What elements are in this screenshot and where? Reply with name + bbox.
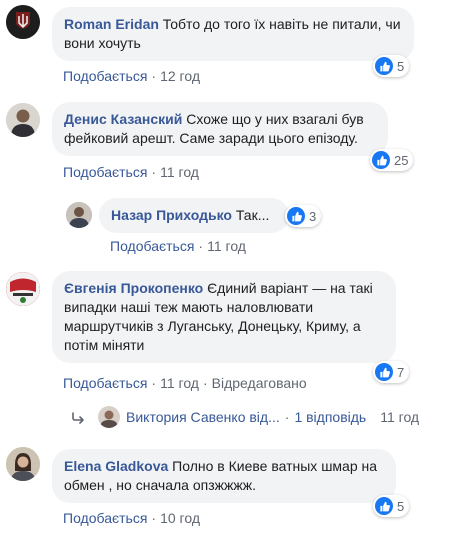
edited-label[interactable]: Відредаговано: [212, 375, 307, 391]
comment-actions: Подобається · 11 год: [63, 164, 199, 180]
like-button[interactable]: Подобається: [63, 164, 147, 180]
comment-actions: Подобається · 10 год: [63, 510, 200, 526]
reaction-count[interactable]: 5: [373, 55, 410, 77]
comment-bubble: Roman Eridan Тобто до того їх навіть не …: [52, 7, 414, 61]
trident-emblem-icon: [6, 5, 40, 39]
comment-bubble: Назар Приходько Так...: [99, 198, 289, 233]
comment-text: Так...: [235, 207, 270, 223]
comment-author[interactable]: Назар Приходько: [111, 207, 232, 223]
comment-bubble: Elena Gladkova Полно в Киеве ватных шмар…: [52, 449, 396, 503]
like-button[interactable]: Подобається: [63, 68, 147, 84]
reaction-number: 3: [309, 208, 317, 224]
reaction-number: 5: [397, 58, 405, 74]
like-button[interactable]: Подобається: [63, 375, 147, 391]
thumbs-up-icon: [375, 57, 393, 75]
like-button[interactable]: Подобається: [63, 510, 147, 526]
comment-actions: Подобається · 11 год: [110, 238, 246, 254]
separator: ·: [151, 68, 157, 84]
reply-time: 11 год: [380, 409, 420, 425]
avatar: [98, 406, 120, 428]
separator: ·: [151, 164, 157, 180]
separator: ·: [202, 375, 208, 391]
separator: ·: [151, 375, 157, 391]
comment-time[interactable]: 11 год: [160, 375, 199, 391]
comment-bubble: Денис Казанский Схоже що у них взагалі б…: [52, 102, 388, 156]
comment-time[interactable]: 11 год: [207, 238, 246, 254]
reaction-count[interactable]: 3: [285, 205, 322, 227]
person-photo-icon: [66, 202, 92, 228]
reply-arrow-icon: [70, 409, 86, 425]
thumbs-up-icon: [375, 363, 393, 381]
thumbs-up-icon: [375, 497, 393, 515]
comment-author[interactable]: Євгенія Прокопенко: [64, 280, 203, 296]
comment-bubble: Євгенія Прокопенко Єдиний варіант — на т…: [52, 271, 396, 363]
comment-actions: Подобається · 12 год: [63, 68, 200, 84]
comment-time[interactable]: 12 год: [160, 68, 200, 84]
reaction-count[interactable]: 7: [373, 361, 410, 383]
reaction-number: 7: [397, 364, 405, 380]
separator: ·: [151, 510, 157, 526]
avatar[interactable]: [66, 202, 92, 228]
view-replies[interactable]: Виктория Савенко від... · 1 відповідь 11…: [70, 406, 419, 428]
separator: ·: [284, 409, 290, 425]
comment-author[interactable]: Денис Казанский: [64, 111, 182, 127]
reaction-count[interactable]: 5: [373, 495, 410, 517]
comment-time[interactable]: 10 год: [160, 510, 200, 526]
comment-author[interactable]: Roman Eridan: [64, 16, 159, 32]
avatar[interactable]: [6, 272, 40, 306]
person-photo-icon: [6, 447, 40, 481]
thumbs-up-icon: [372, 151, 390, 169]
like-button[interactable]: Подобається: [110, 238, 194, 254]
comment-actions: Подобається · 11 год · Відредаговано: [63, 375, 307, 391]
reaction-number: 5: [397, 498, 405, 514]
avatar[interactable]: [6, 5, 40, 39]
person-photo-icon: [6, 103, 40, 137]
reply-count[interactable]: 1 відповідь: [294, 409, 366, 425]
comment-author[interactable]: Elena Gladkova: [64, 458, 168, 474]
reaction-count[interactable]: 25: [370, 149, 414, 171]
profile-badge-icon: [6, 272, 40, 306]
avatar[interactable]: [6, 103, 40, 137]
reaction-number: 25: [394, 152, 409, 168]
avatar[interactable]: [6, 447, 40, 481]
comment-time[interactable]: 11 год: [160, 164, 199, 180]
reply-author[interactable]: Виктория Савенко від...: [126, 409, 280, 425]
person-photo-icon: [98, 406, 120, 428]
separator: ·: [198, 238, 204, 254]
thumbs-up-icon: [287, 207, 305, 225]
